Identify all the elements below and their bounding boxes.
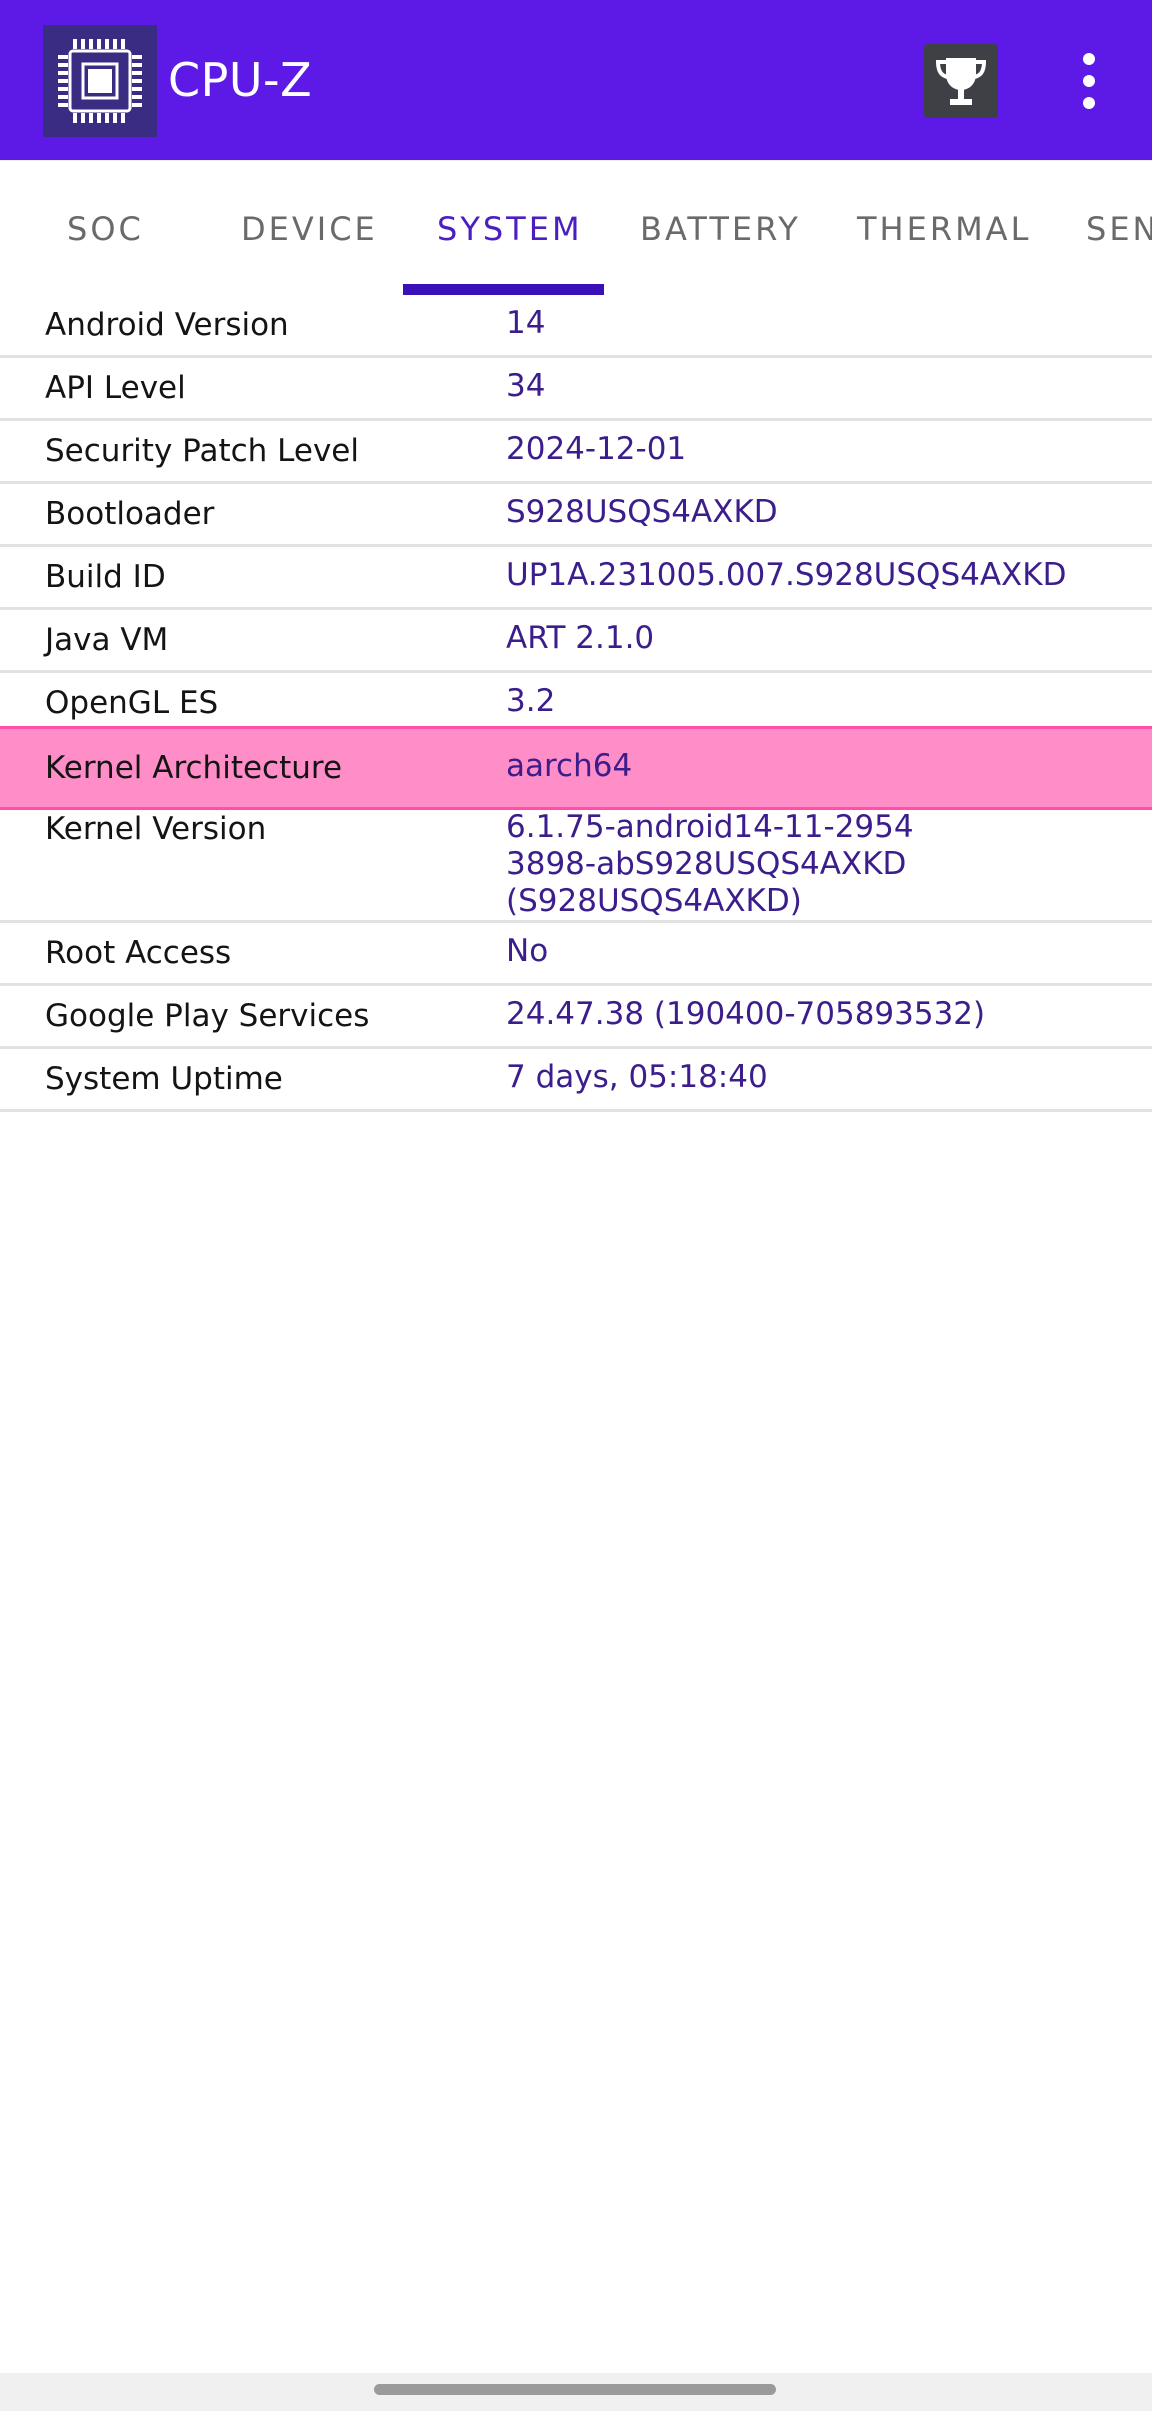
info-label: Root Access <box>45 935 232 971</box>
info-row-root-access[interactable]: Root Access No <box>0 923 1152 986</box>
info-row-java-vm[interactable]: Java VM ART 2.1.0 <box>0 610 1152 673</box>
info-row-api-level[interactable]: API Level 34 <box>0 358 1152 421</box>
info-row-kernel-version[interactable]: Kernel Version 6.1.75-android14-11-2954 … <box>0 799 1152 923</box>
info-label: API Level <box>45 370 186 406</box>
tab-system[interactable]: SYSTEM <box>437 209 583 249</box>
info-label: Google Play Services <box>45 998 370 1034</box>
info-value: 24.47.38 (190400-705893532) <box>506 996 986 1032</box>
system-info-list: Android Version 14 API Level 34 Security… <box>0 295 1152 1112</box>
info-row-security-patch-level[interactable]: Security Patch Level 2024-12-01 <box>0 421 1152 484</box>
info-row-google-play-services[interactable]: Google Play Services 24.47.38 (190400-70… <box>0 986 1152 1049</box>
active-tab-indicator <box>403 284 604 295</box>
tab-device[interactable]: DEVICE <box>241 209 378 249</box>
home-indicator[interactable] <box>374 2384 776 2395</box>
info-label: OpenGL ES <box>45 685 219 721</box>
tab-bar: SOC DEVICE SYSTEM BATTERY THERMAL SEN <box>0 160 1152 295</box>
info-value: 7 days, 05:18:40 <box>506 1059 768 1095</box>
info-value: UP1A.231005.007.S928USQS4AXKD <box>506 557 1067 593</box>
info-label: System Uptime <box>45 1061 283 1097</box>
info-row-system-uptime[interactable]: System Uptime 7 days, 05:18:40 <box>0 1049 1152 1112</box>
info-value: 2024-12-01 <box>506 431 687 467</box>
app-bar: CPU-Z <box>0 0 1152 160</box>
navigation-bar <box>0 2373 1152 2411</box>
tab-battery[interactable]: BATTERY <box>640 209 801 249</box>
info-value: aarch64 <box>506 748 633 784</box>
info-label: Security Patch Level <box>45 433 359 469</box>
tab-thermal[interactable]: THERMAL <box>857 209 1031 249</box>
cpu-chip-icon <box>43 25 157 137</box>
info-label: Java VM <box>45 622 169 658</box>
info-label: Build ID <box>45 559 166 595</box>
info-row-android-version[interactable]: Android Version 14 <box>0 295 1152 358</box>
info-label: Bootloader <box>45 496 215 532</box>
info-row-kernel-architecture[interactable]: Kernel Architecture aarch64 <box>0 726 1152 810</box>
info-row-build-id[interactable]: Build ID UP1A.231005.007.S928USQS4AXKD <box>0 547 1152 610</box>
info-label: Android Version <box>45 307 289 343</box>
tab-sensors[interactable]: SEN <box>1086 209 1152 249</box>
info-label: Kernel Architecture <box>45 750 343 786</box>
info-value: No <box>506 933 549 969</box>
info-value: 14 <box>506 305 546 341</box>
trophy-button[interactable] <box>924 44 998 118</box>
trophy-icon <box>935 58 987 105</box>
info-value: 34 <box>506 368 546 404</box>
tab-soc[interactable]: SOC <box>67 209 144 249</box>
more-options-button[interactable] <box>1066 50 1112 112</box>
info-label: Kernel Version <box>45 811 267 847</box>
more-vertical-icon <box>1083 53 1095 109</box>
info-value: S928USQS4AXKD <box>506 494 778 530</box>
info-row-bootloader[interactable]: Bootloader S928USQS4AXKD <box>0 484 1152 547</box>
info-value: 6.1.75-android14-11-2954 3898-abS928USQS… <box>506 809 914 919</box>
info-value: ART 2.1.0 <box>506 620 655 656</box>
info-value: 3.2 <box>506 683 556 719</box>
app-title: CPU-Z <box>168 53 313 107</box>
